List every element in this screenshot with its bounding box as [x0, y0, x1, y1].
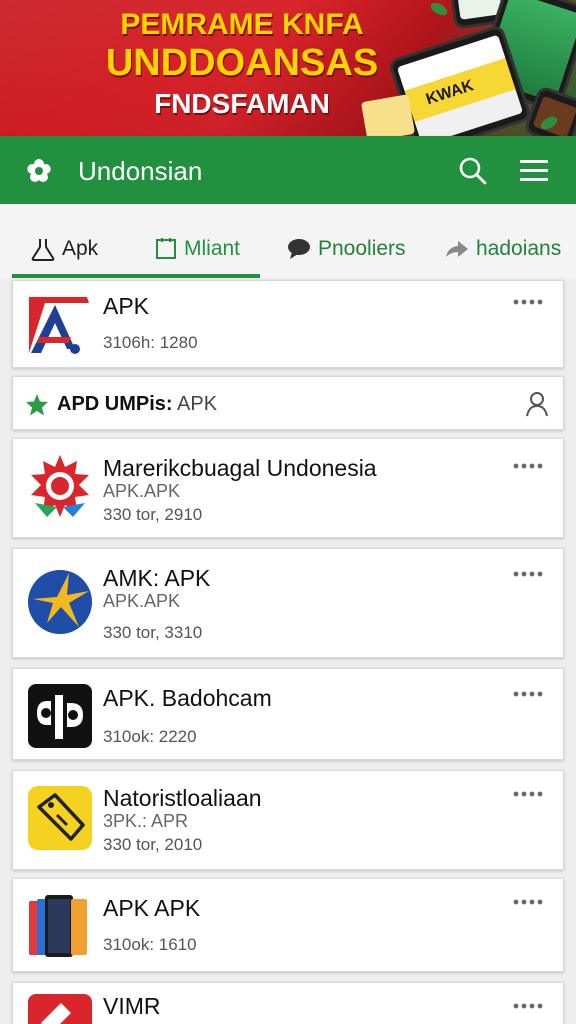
- app-meta: 310ok: 2220: [103, 727, 197, 746]
- search-icon[interactable]: [456, 154, 490, 188]
- app-icon-black-logo: [28, 684, 92, 748]
- app-list-item[interactable]: Natoristloaliaan 3PK.: APR 330 tor, 2010: [12, 770, 564, 870]
- more-options-icon[interactable]: [513, 461, 543, 471]
- tab-apk[interactable]: Apk: [30, 234, 98, 264]
- more-options-icon[interactable]: [513, 297, 543, 307]
- app-name: APK: [103, 293, 150, 319]
- app-list-item[interactable]: APK APK 310ok: 1610: [12, 878, 564, 972]
- chat-bubble-icon: [288, 239, 310, 259]
- more-options-icon[interactable]: [513, 569, 543, 579]
- app-name: Natoristloaliaan: [103, 785, 262, 811]
- square-icon: [156, 238, 176, 259]
- app-meta: 330 tor, 2010: [103, 835, 203, 854]
- app-name: AMK: APK: [103, 565, 211, 591]
- app-title: Undonsian: [78, 156, 203, 186]
- banner-headline-1: PEMRAME KNFA: [120, 8, 364, 41]
- tab-pnooliers[interactable]: Pnooliers: [286, 234, 406, 264]
- filter-label-key: APD UMPis:: [57, 393, 173, 415]
- app-list-item[interactable]: APK. Badohcam 310ok: 2220: [12, 668, 564, 760]
- more-options-icon[interactable]: [513, 689, 543, 699]
- app-icon-phones: [29, 895, 87, 957]
- more-options-icon[interactable]: [513, 789, 543, 799]
- tab-bar: Apk Mliant Pnooliers hadoians: [0, 204, 576, 278]
- app-list-item[interactable]: AMK: APK APK.APK 330 tor, 3310: [12, 548, 564, 658]
- more-options-icon[interactable]: [513, 1001, 543, 1011]
- app-icon-yellow-tag: [28, 786, 92, 850]
- tab-label: Pnooliers: [318, 237, 406, 260]
- share-arrow-icon: [446, 241, 468, 257]
- more-options-icon[interactable]: [513, 897, 543, 907]
- app-name: APK APK: [103, 895, 201, 921]
- tab-active-indicator: [12, 274, 260, 278]
- app-meta: 3106h: 1280: [103, 333, 198, 352]
- tab-label: Apk: [62, 237, 99, 260]
- app-name: VIMR: [103, 993, 161, 1019]
- flask-icon: [31, 239, 55, 261]
- app-name: APK. Badohcam: [103, 685, 272, 711]
- tab-mliant[interactable]: Mliant: [154, 234, 240, 264]
- app-meta: 330 tor, 2910: [103, 505, 203, 524]
- promo-banner[interactable]: KWAK PEMRAME KNFA UNDDOANSAS FNDSFAMAN: [0, 0, 576, 136]
- app-package: 3PK.: APR: [103, 811, 189, 831]
- flower-icon[interactable]: [26, 158, 52, 184]
- app-list-item[interactable]: VIMR: [12, 982, 564, 1024]
- banner-headline-3: FNDSFAMAN: [154, 88, 330, 119]
- app-package: APK.APK: [103, 481, 181, 501]
- app-icon-blue-yellow-globe: [28, 570, 92, 634]
- app-package: APK.APK: [103, 591, 181, 611]
- tab-label: hadoians: [476, 237, 562, 260]
- filter-label: APD UMPis: APK: [57, 393, 217, 416]
- app-toolbar: Undonsian: [0, 136, 576, 204]
- app-list-item[interactable]: APK 3106h: 1280: [12, 280, 564, 368]
- app-icon-sun-emblem: [31, 455, 89, 517]
- filter-label-value: APK: [177, 393, 218, 415]
- star-icon: [26, 394, 48, 416]
- app-meta: 310ok: 1610: [103, 935, 197, 954]
- app-meta: 330 tor, 3310: [103, 623, 203, 642]
- app-name: Marerikcbuagal Undonesia: [103, 455, 377, 481]
- app-icon-red-blue-a: [27, 289, 93, 355]
- tab-label: Mliant: [184, 237, 241, 260]
- app-list-item[interactable]: Marerikcbuagal Undonesia APK.APK 330 tor…: [12, 438, 564, 538]
- person-icon[interactable]: [525, 391, 549, 417]
- banner-headline-2: UNDDOANSAS: [105, 42, 379, 84]
- hamburger-menu-icon[interactable]: [516, 154, 552, 188]
- filter-bar[interactable]: APD UMPis: APK: [12, 376, 564, 430]
- app-icon-red-tool: [28, 994, 92, 1024]
- tab-hadoians[interactable]: hadoians: [444, 234, 561, 264]
